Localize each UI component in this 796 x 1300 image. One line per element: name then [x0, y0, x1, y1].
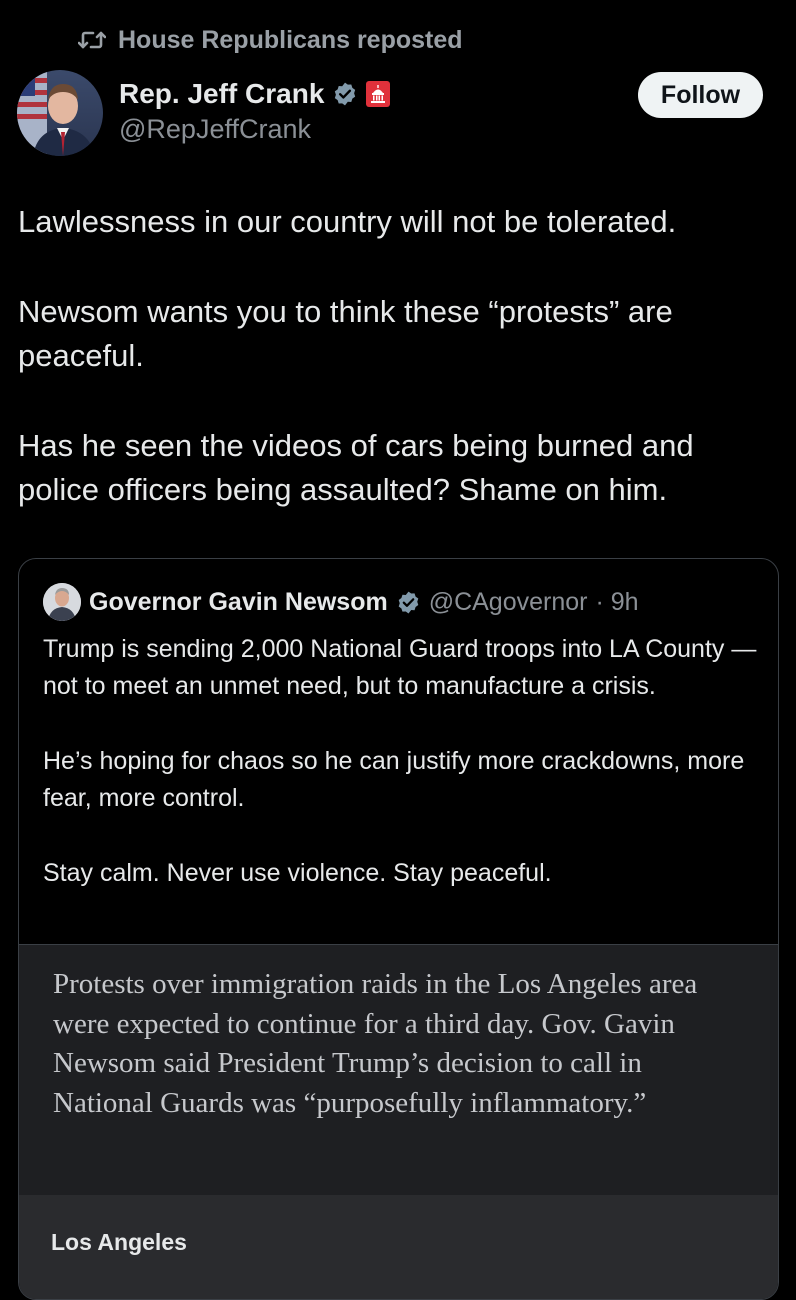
quoted-media-card[interactable]: Protests over immigration raids in the L…: [19, 944, 778, 1299]
post-body: Lawlessness in our country will not be t…: [18, 200, 778, 558]
media-caption: Protests over immigration raids in the L…: [53, 968, 698, 1119]
repost-icon: [78, 29, 106, 51]
quoted-author-handle[interactable]: @CAgovernor: [429, 588, 588, 617]
repost-label: House Republicans reposted: [118, 25, 463, 54]
quoted-paragraph: Stay calm. Never use violence. Stay peac…: [43, 859, 552, 887]
post-paragraph: Lawlessness in our country will not be t…: [18, 204, 677, 239]
repost-indicator[interactable]: House Republicans reposted: [78, 24, 463, 56]
quoted-author-avatar[interactable]: [43, 583, 81, 621]
quoted-author-name[interactable]: Governor Gavin Newsom: [89, 588, 388, 617]
quoted-paragraph: He’s hoping for chaos so he can justify …: [43, 747, 745, 812]
author-avatar[interactable]: [17, 70, 103, 156]
author-name[interactable]: Rep. Jeff Crank: [119, 78, 324, 110]
quoted-post-time[interactable]: · 9h: [595, 588, 638, 617]
quoted-post-header: Governor Gavin Newsom @CAgovernor · 9h: [43, 583, 639, 621]
post-paragraph: Has he seen the videos of cars being bur…: [18, 428, 694, 507]
author-block: Rep. Jeff Crank @RepJeffCrank: [119, 78, 391, 145]
quoted-paragraph: Trump is sending 2,000 National Guard tr…: [43, 635, 757, 700]
media-location-tag: Los Angeles: [51, 1229, 187, 1255]
post-paragraph: Newsom wants you to think these “protest…: [18, 294, 673, 373]
government-badge-icon[interactable]: [366, 81, 391, 107]
follow-button[interactable]: Follow: [638, 72, 763, 118]
verified-badge-icon[interactable]: [332, 81, 358, 107]
verified-badge-icon[interactable]: [396, 590, 421, 615]
author-handle[interactable]: @RepJeffCrank: [119, 114, 390, 145]
quoted-post-body: Trump is sending 2,000 National Guard tr…: [43, 631, 758, 930]
quoted-post[interactable]: Governor Gavin Newsom @CAgovernor · 9h T…: [18, 558, 779, 1300]
media-tag-bar: Los Angeles: [19, 1195, 778, 1299]
